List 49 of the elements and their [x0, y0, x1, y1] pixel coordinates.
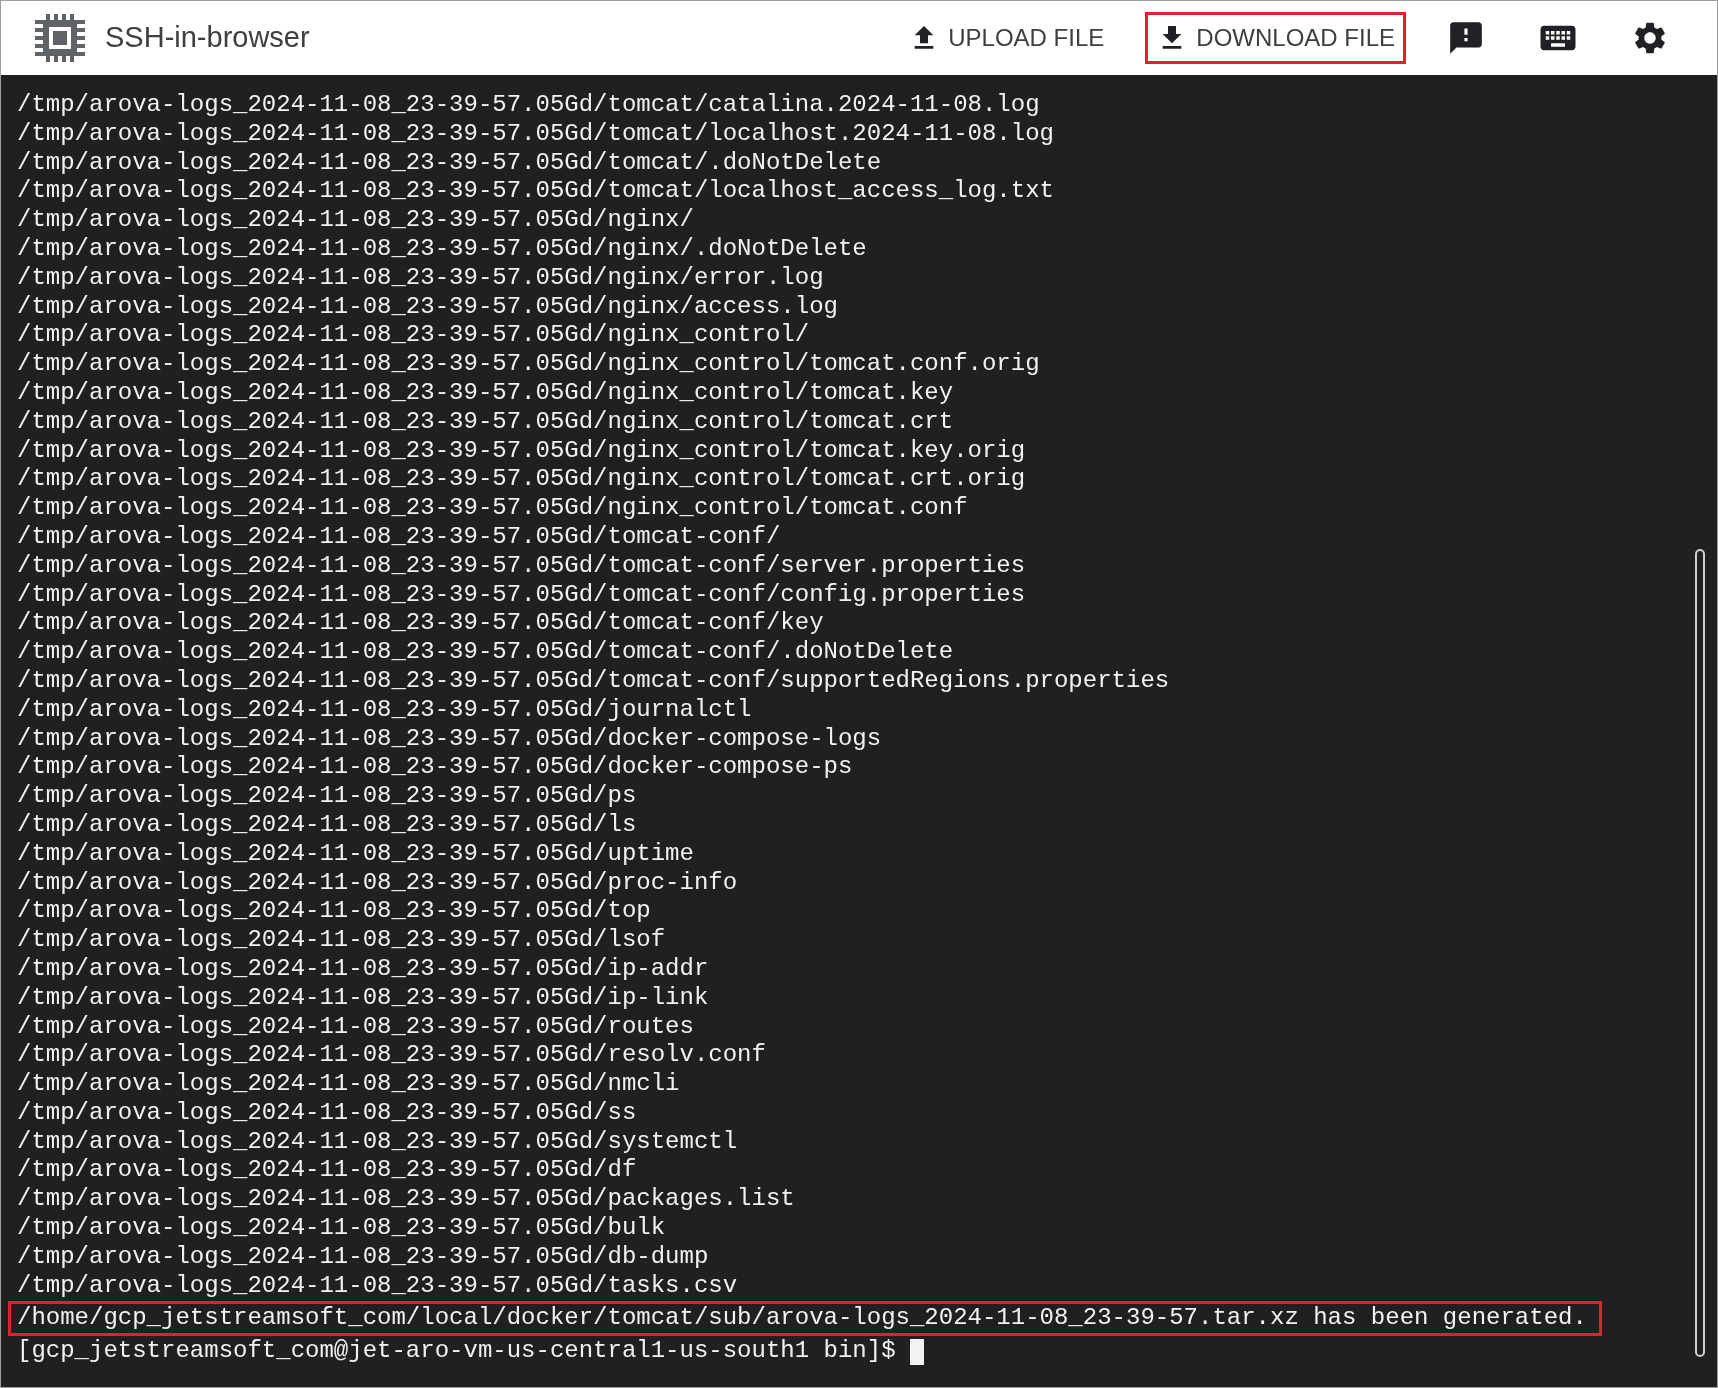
terminal-line: /tmp/arova-logs_2024-11-08_23-39-57.05Gd/nginx_control/tomcat.conf [17, 494, 968, 523]
terminal-line: /tmp/arova-logs_2024-11-08_23-39-57.05Gd/nginx/.doNotDelete [17, 235, 867, 264]
terminal-line: /tmp/arova-logs_2024-11-08_23-39-57.05Gd/journalctl [17, 695, 752, 725]
terminal-line: /tmp/arova-logs_2024-11-08_23-39-57.05Gd/top [17, 897, 651, 927]
terminal-line: /tmp/arova-logs_2024-11-08_23-39-57.05Gd/bulk [17, 1214, 666, 1243]
terminal-line: /tmp/arova-logs_2024-11-08_23-39-57.05Gd/docker-compose-ps [17, 753, 853, 783]
download-file-button[interactable]: DOWNLOAD FILE [1148, 15, 1403, 61]
terminal-line: /tmp/arova-logs_2024-11-08_23-39-57.05Gd/nginx_control/tomcat.key [17, 378, 954, 408]
terminal-line: /tmp/arova-logs_2024-11-08_23-39-57.05Gd/tomcat-conf/ [17, 522, 781, 552]
terminal-line: /tmp/arova-logs_2024-11-08_23-39-57.05Gd/nmcli [17, 1070, 680, 1099]
terminal-line: /tmp/arova-logs_2024-11-08_23-39-57.05Gd/uptime [17, 839, 694, 869]
terminal-line: /tmp/arova-logs_2024-11-08_23-39-57.05Gd/tomcat-conf/.doNotDelete [17, 638, 954, 667]
terminal-line: /tmp/arova-logs_2024-11-08_23-39-57.05Gd/ip-addr [17, 954, 709, 984]
app-title: SSH-in-browser [105, 20, 310, 56]
terminal-line: /tmp/arova-logs_2024-11-08_23-39-57.05Gd/routes [17, 1012, 694, 1042]
terminal-line: /tmp/arova-logs_2024-11-08_23-39-57.05Gd/tomcat/localhost.2024-11-08.log [17, 119, 1054, 149]
terminal-line: /tmp/arova-logs_2024-11-08_23-39-57.05Gd/tomcat-conf/config.properties [17, 580, 1026, 610]
terminal-line: /tmp/arova-logs_2024-11-08_23-39-57.05Gd/ls [17, 810, 637, 840]
terminal-line: /tmp/arova-logs_2024-11-08_23-39-57.05Gd/resolv.conf [17, 1041, 766, 1071]
terminal-line: /tmp/arova-logs_2024-11-08_23-39-57.05Gd/nginx_control/tomcat.conf.orig [17, 350, 1040, 379]
shell-prompt: [gcp_jetstreamsoft_com@jet-aro-vm-us-central1-us-south1 bin]$ [17, 1337, 897, 1367]
terminal-line: /home/gcp_jetstreamsoft_com/local/docker/tomcat/sub/arova-logs_2024-11-08_23-39-57.tar.xz has been generated. [11, 1304, 1599, 1334]
terminal-line: /tmp/arova-logs_2024-11-08_23-39-57.05Gd/tomcat-conf/key [17, 609, 824, 639]
terminal-line: /tmp/arova-logs_2024-11-08_23-39-57.05Gd/ps [17, 782, 637, 811]
terminal-line: /tmp/arova-logs_2024-11-08_23-39-57.05Gd/tomcat/.doNotDelete [17, 148, 882, 178]
terminal-line: /tmp/arova-logs_2024-11-08_23-39-57.05Gd/nginx/error.log [17, 263, 824, 293]
terminal-line: /tmp/arova-logs_2024-11-08_23-39-57.05Gd/packages.list [17, 1185, 795, 1215]
terminal-line: /tmp/arova-logs_2024-11-08_23-39-57.05Gd/nginx_control/tomcat.crt [17, 407, 954, 437]
terminal-line: /tmp/arova-logs_2024-11-08_23-39-57.05Gd/systemctl [17, 1127, 738, 1157]
cursor [909, 1338, 924, 1365]
terminal-line: /tmp/arova-logs_2024-11-08_23-39-57.05Gd/tasks.csv [17, 1271, 738, 1301]
terminal-line: /tmp/arova-logs_2024-11-08_23-39-57.05Gd/nginx/access.log [17, 292, 838, 322]
terminal-line: /tmp/arova-logs_2024-11-08_23-39-57.05Gd/lsof [17, 926, 666, 955]
terminal-line: /tmp/arova-logs_2024-11-08_23-39-57.05Gd/ss [17, 1098, 637, 1128]
terminal-line: /tmp/arova-logs_2024-11-08_23-39-57.05Gd/proc-info [17, 868, 738, 898]
terminal-line: /tmp/arova-logs_2024-11-08_23-39-57.05Gd/nginx_control/ [17, 321, 810, 351]
terminal-line: /tmp/arova-logs_2024-11-08_23-39-57.05Gd/tomcat-conf/server.properties [17, 551, 1026, 581]
terminal-line: /tmp/arova-logs_2024-11-08_23-39-57.05Gd/docker-compose-logs [17, 724, 882, 754]
terminal-line: /tmp/arova-logs_2024-11-08_23-39-57.05Gd/nginx/ [17, 206, 694, 235]
terminal-line: /tmp/arova-logs_2024-11-08_23-39-57.05Gd/nginx_control/tomcat.crt.orig [17, 465, 1026, 495]
terminal-line: /tmp/arova-logs_2024-11-08_23-39-57.05Gd/nginx_control/tomcat.key.orig [17, 436, 1026, 466]
chip-icon [33, 14, 87, 62]
terminal-line: /tmp/arova-logs_2024-11-08_23-39-57.05Gd/df [17, 1156, 637, 1186]
terminal-line: /tmp/arova-logs_2024-11-08_23-39-57.05Gd/tomcat/catalina.2024-11-08.log [17, 91, 1040, 120]
terminal-line: /tmp/arova-logs_2024-11-08_23-39-57.05Gd/tomcat-conf/supportedRegions.properties [17, 666, 1170, 696]
upload-file-button[interactable]: UPLOAD FILE [900, 15, 1113, 61]
terminal-line: /tmp/arova-logs_2024-11-08_23-39-57.05Gd/tomcat/localhost_access_log.txt [17, 177, 1054, 207]
terminal-line: /tmp/arova-logs_2024-11-08_23-39-57.05Gd/db-dump [17, 1242, 709, 1272]
terminal-line: /tmp/arova-logs_2024-11-08_23-39-57.05Gd/ip-link [17, 983, 709, 1013]
